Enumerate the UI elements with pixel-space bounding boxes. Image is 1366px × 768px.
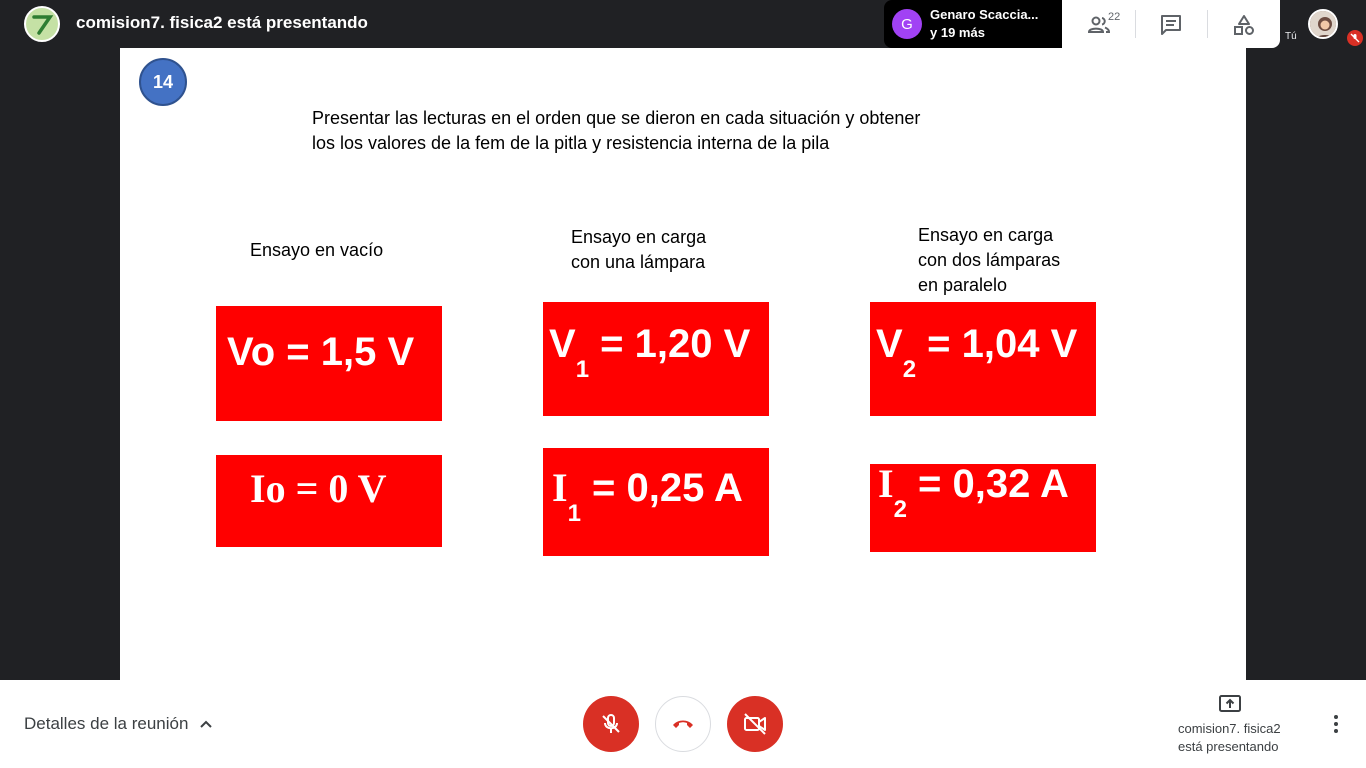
camera-toggle-button[interactable]	[727, 696, 783, 752]
reading-subscript: 2	[902, 356, 917, 383]
participant-name: Genaro Scaccia...	[930, 7, 1039, 22]
column-title-line: Ensayo en carga	[918, 225, 1054, 245]
instructions-line: Presentar las lecturas en el orden que s…	[312, 108, 921, 128]
reading-symbol: I	[878, 461, 894, 506]
presenting-text: comision7. fisica2 está presentando	[1178, 720, 1281, 756]
leave-call-button[interactable]	[655, 696, 711, 752]
presentation-slide: 14 Presentar las lecturas en el orden qu…	[120, 48, 1246, 680]
self-mic-off-indicator	[1347, 30, 1363, 46]
reading-box-v2: V2 = 1,04 V	[870, 302, 1096, 416]
mic-off-icon	[1350, 33, 1360, 43]
chat-icon	[1161, 15, 1181, 35]
meeting-details-button[interactable]: Detalles de la reunión	[24, 714, 214, 734]
column-title-line: con una lámpara	[571, 252, 706, 272]
logo-seven-icon	[32, 15, 54, 35]
toolbox-divider	[1207, 10, 1208, 38]
reading-i2: I2 = 0,32 A	[878, 460, 1069, 523]
top-bar: comision7. fisica2 está presentando G Ge…	[0, 0, 1366, 48]
call-end-icon	[673, 720, 693, 728]
activities-button[interactable]	[1231, 12, 1257, 38]
column-title-una-lampara: Ensayo en carga con una lámpara	[571, 225, 706, 275]
meeting-toolbox: 22	[1062, 0, 1280, 48]
self-avatar[interactable]	[1308, 9, 1338, 39]
reading-box-i1: I1 = 0,25 A	[543, 448, 769, 556]
reading-subscript: 2	[893, 496, 907, 523]
column-title-dos-lamparas: Ensayo en carga con dos lámparas en para…	[918, 223, 1060, 298]
slide-number-badge: 14	[139, 58, 187, 106]
reading-value: = 1,20 V	[589, 322, 751, 366]
instructions-line: los los valores de la fem de la pitla y …	[312, 133, 830, 153]
participant-avatar: G	[892, 9, 922, 39]
reading-box-i0: Io = 0 V	[216, 455, 442, 547]
reading-subscript: 1	[567, 500, 581, 527]
reading-subscript: 1	[575, 356, 590, 383]
slide-instructions: Presentar las lecturas en el orden que s…	[312, 106, 992, 156]
present-to-all-icon	[1219, 695, 1241, 712]
meeting-details-label: Detalles de la reunión	[24, 714, 189, 733]
user-photo-icon	[1310, 11, 1336, 37]
reading-box-v1: V1 = 1,20 V	[543, 302, 769, 416]
reading-i0: Io = 0 V	[250, 466, 387, 511]
reading-value: = 0,32 A	[906, 462, 1069, 506]
reading-symbol: V	[876, 322, 903, 366]
bottom-bar: Detalles de la reunión comision7. fisica…	[0, 680, 1366, 768]
column-title-line: Ensayo en vacío	[250, 240, 384, 260]
chat-button[interactable]	[1158, 12, 1184, 38]
presenting-line: comision7. fisica2	[1178, 721, 1281, 736]
meeting-logo	[24, 6, 60, 42]
presenting-line: está presentando	[1178, 739, 1279, 754]
reading-symbol: I	[552, 465, 568, 510]
reading-value: = 1,04 V	[916, 322, 1078, 366]
people-count: 22	[1108, 11, 1121, 23]
reading-symbol: V	[549, 322, 576, 366]
reading-value: = 0,25 A	[580, 466, 743, 510]
column-title-line: Ensayo en carga	[571, 227, 707, 247]
chevron-up-icon	[200, 720, 213, 728]
mic-toggle-button[interactable]	[583, 696, 639, 752]
column-title-line: en paralelo	[918, 275, 1008, 295]
toolbox-divider	[1135, 10, 1136, 38]
column-title-vacio: Ensayo en vacío	[250, 238, 383, 263]
reading-v1: V1 = 1,20 V	[549, 322, 751, 383]
reading-v0: Vo = 1,5 V	[227, 330, 415, 374]
more-vert-icon	[1334, 715, 1338, 733]
presenter-title: comision7. fisica2 está presentando	[76, 13, 368, 32]
participant-more: y 19 más	[930, 25, 985, 40]
reading-box-v0: Vo = 1,5 V	[216, 306, 442, 421]
participant-chip[interactable]: G Genaro Scaccia... y 19 más	[884, 0, 1062, 48]
shapes-icon	[1234, 15, 1254, 35]
column-title-line: con dos lámparas	[918, 250, 1061, 270]
videocam-off-icon	[744, 713, 766, 735]
reading-box-i2: I2 = 0,32 A	[870, 461, 1096, 552]
you-label: Tú	[1285, 31, 1297, 42]
reading-i1: I1 = 0,25 A	[552, 464, 743, 527]
mic-off-icon	[602, 714, 620, 733]
more-options-button[interactable]	[1324, 710, 1348, 738]
reading-v2: V2 = 1,04 V	[876, 322, 1078, 383]
